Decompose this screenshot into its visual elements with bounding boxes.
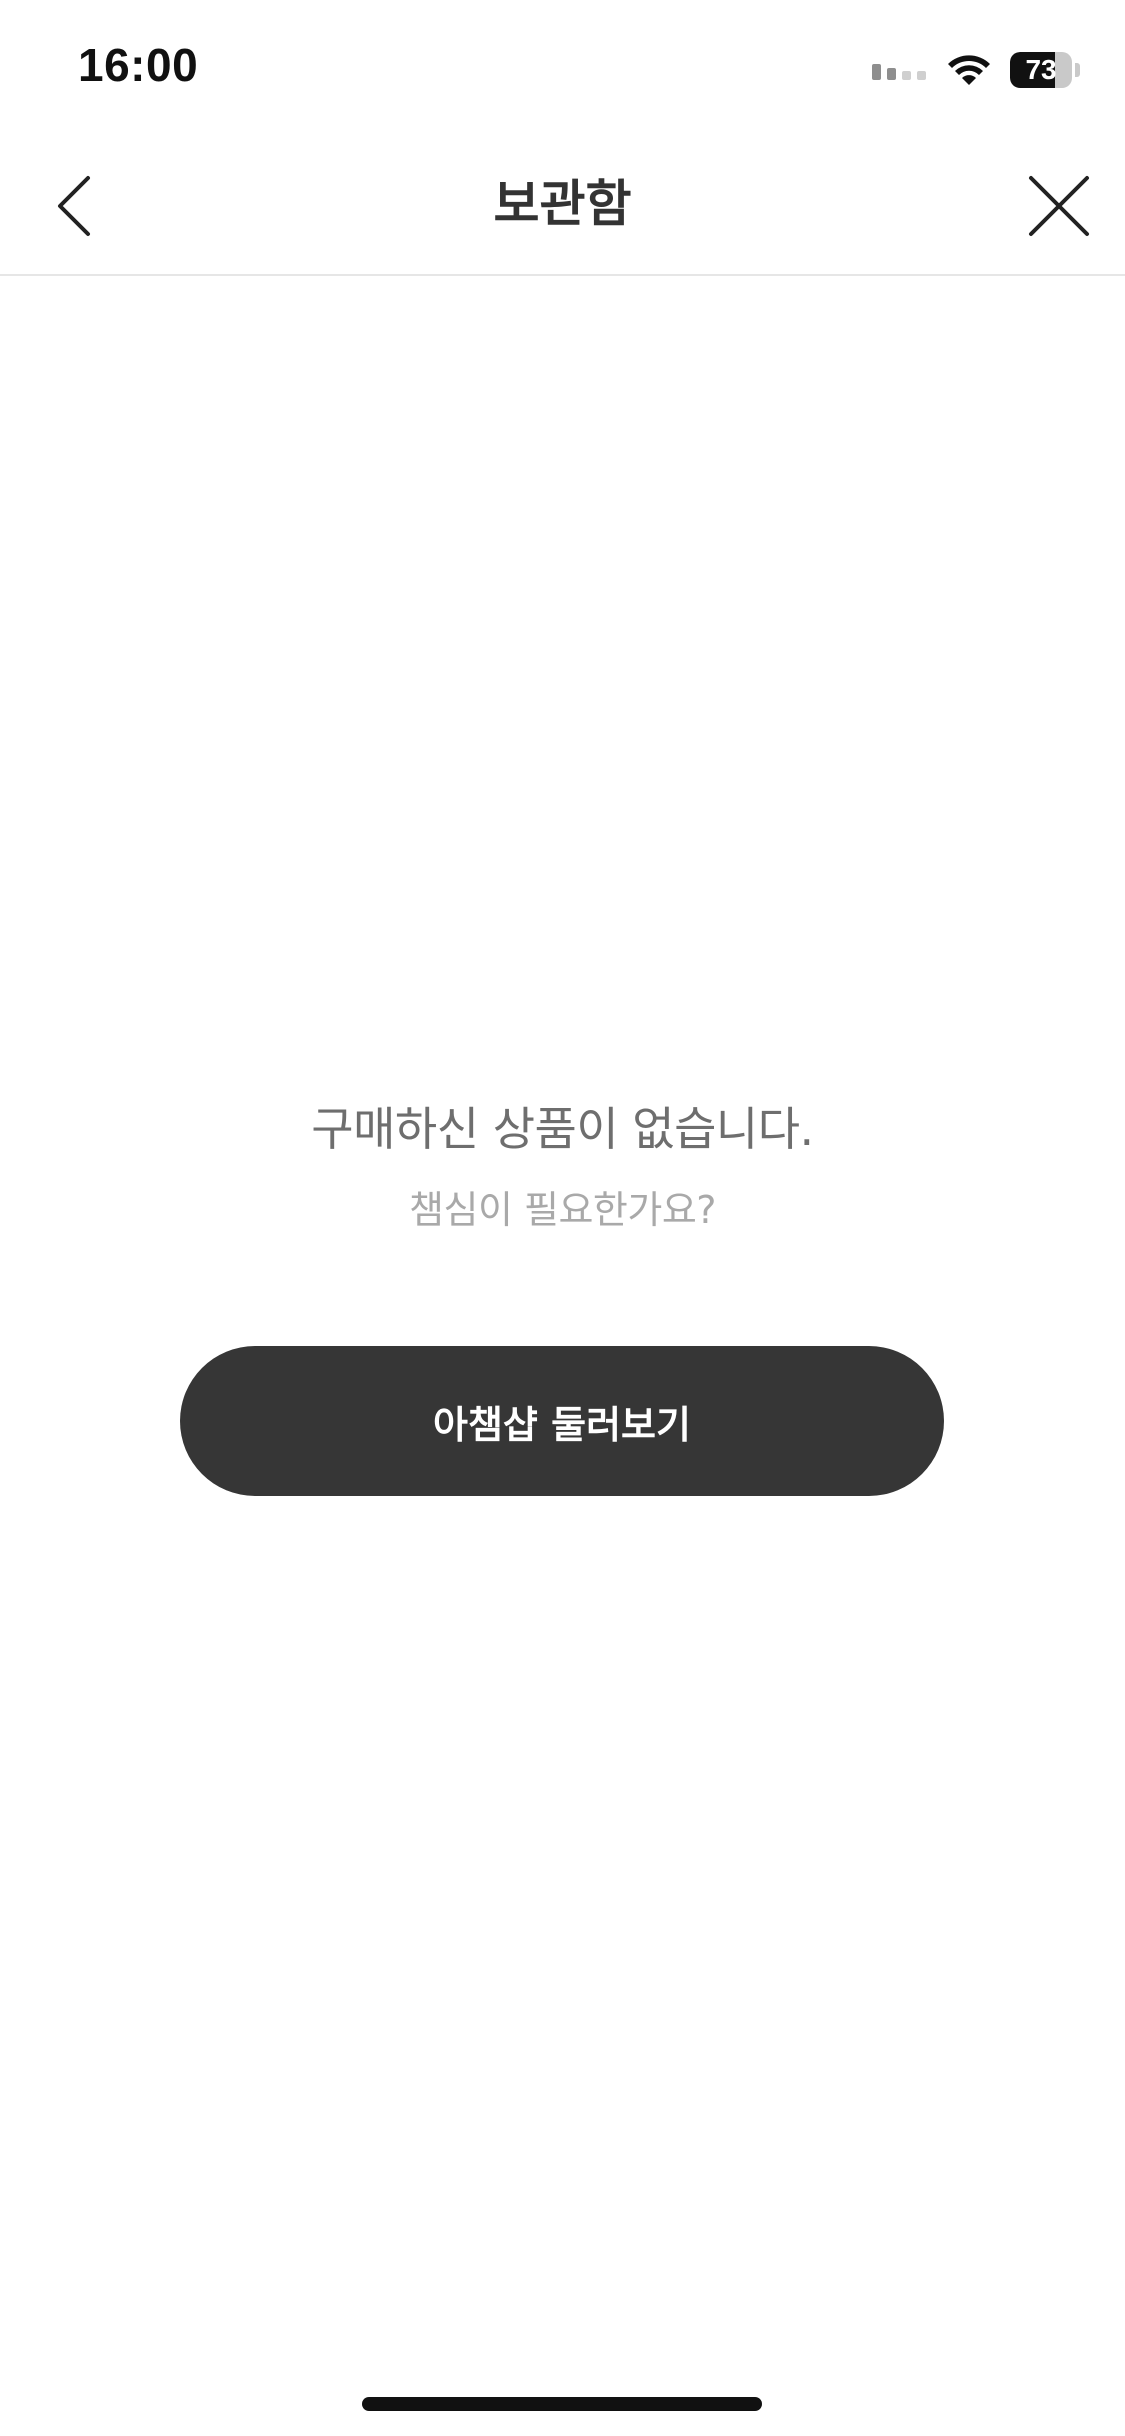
battery-level: 73 [1025,54,1057,85]
battery-icon: 73 [1010,52,1080,88]
battery-cap [1075,63,1080,77]
empty-state-subtitle: 챔심이 필요한가요? [409,1187,716,1232]
close-button[interactable] [1021,168,1097,244]
battery-body: 73 [1010,52,1073,88]
empty-state: 구매하신 상품이 없습니다. 챔심이 필요한가요? [0,1100,1125,1235]
empty-state-title: 구매하신 상품이 없습니다. [311,1102,814,1156]
browse-shop-button[interactable]: 아챔샵 둘러보기 [180,1346,944,1496]
cellular-signal-icon [872,64,926,80]
wifi-icon [948,55,990,85]
nav-header: 보관함 [0,138,1125,276]
back-button[interactable] [36,168,112,244]
close-icon [1029,176,1089,236]
page-title: 보관함 [493,175,632,233]
home-indicator[interactable] [362,2397,762,2411]
status-time: 16:00 [78,39,199,91]
chevron-left-icon [58,176,90,236]
status-indicators: 73 [872,48,1080,92]
status-bar: 16:00 73 [0,0,1125,138]
